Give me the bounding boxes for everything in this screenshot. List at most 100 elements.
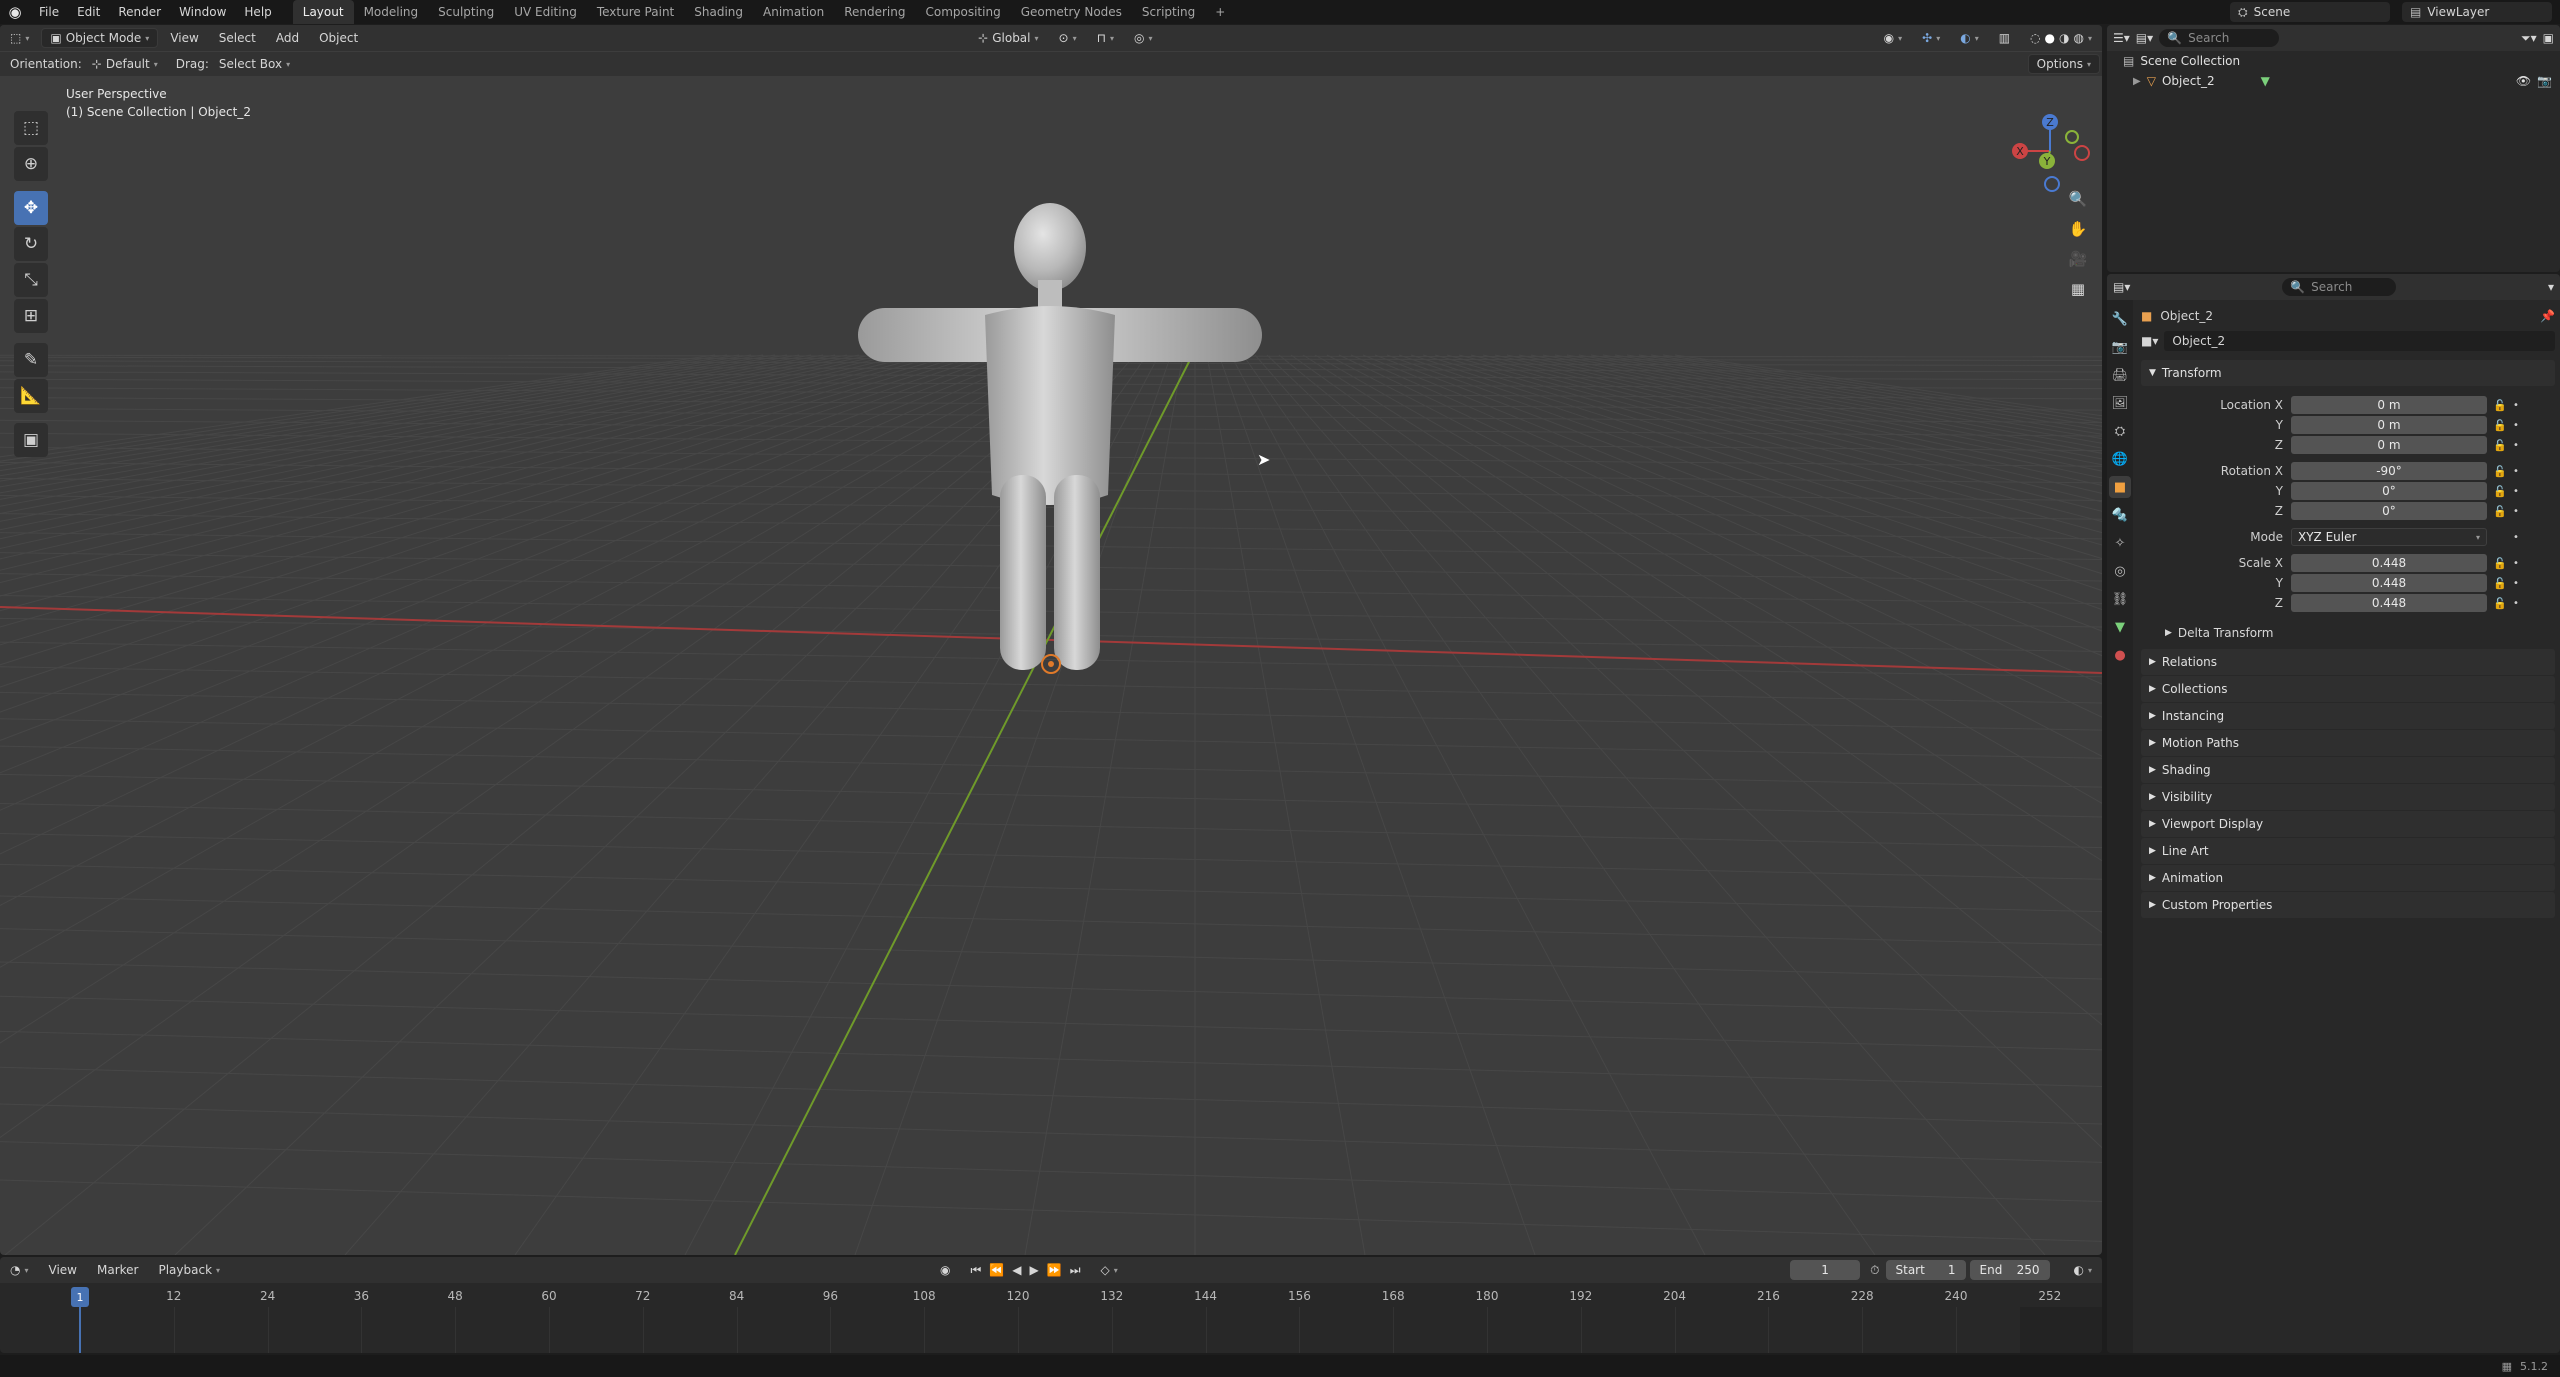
record-button[interactable]: ◉ [932,1260,958,1280]
tab-shading[interactable]: Shading [684,0,753,24]
cursor-tool-icon[interactable]: ⊕ [14,147,48,181]
navigation-gizmo[interactable]: X Z Y [2012,114,2090,192]
viewport-menu-view[interactable]: View [162,28,206,48]
tab-layout[interactable]: Layout [292,0,354,24]
menu-window[interactable]: Window [170,0,235,24]
keyframe-dot-icon[interactable]: • [2509,400,2523,411]
scene-tab-icon[interactable]: ⛭ [2109,420,2131,442]
object-type-icon[interactable]: ■▾ [2141,334,2158,348]
add-workspace-icon[interactable]: + [1205,0,1235,24]
viewport-display-panel-header[interactable]: ▶ Viewport Display [2141,811,2555,837]
editor-type-button[interactable]: ⬚ ▾ [2,28,37,48]
zoom-icon[interactable]: 🔍 [2064,185,2092,213]
add-cube-tool-icon[interactable]: ▣ [14,423,48,457]
outliner-search-input[interactable]: 🔍 Search [2159,29,2280,47]
animation-panel-header[interactable]: ▶ Animation [2141,865,2555,891]
shading-panel-header[interactable]: ▶ Shading [2141,757,2555,783]
current-frame-marker[interactable]: 1 [71,1287,89,1307]
wireframe-shading-icon[interactable]: ◌ [2030,31,2040,45]
timeline-menu-marker[interactable]: Marker [89,1260,146,1280]
filter-icon[interactable]: ⏷▾ [2521,31,2537,46]
tab-sculpting[interactable]: Sculpting [428,0,504,24]
view-layer-selector[interactable]: ▤ ViewLayer [2402,2,2552,22]
jump-start-icon[interactable]: ⏮ [971,1263,982,1278]
proportional-edit-toggle[interactable]: ◎ ▾ [1126,28,1161,48]
outliner-row-object[interactable]: ▶ ▽ Object_2 ▼ 👁 📷 [2107,71,2560,91]
solid-shading-icon[interactable]: ● [2045,31,2055,45]
tab-animation[interactable]: Animation [753,0,834,24]
tab-rendering[interactable]: Rendering [834,0,915,24]
menu-file[interactable]: File [30,0,68,24]
scene-selector[interactable]: ⛭ Scene [2230,2,2390,22]
properties-options-icon[interactable]: ▾ [2548,280,2554,294]
rendered-shading-icon[interactable]: ◍ [2074,31,2084,45]
viewport-menu-select[interactable]: Select [211,28,264,48]
measure-tool-icon[interactable]: 📐 [14,379,48,413]
tab-modeling[interactable]: Modeling [354,0,429,24]
keyframe-dot-icon[interactable]: • [2509,578,2523,589]
play-icon[interactable]: ▶ [1030,1263,1039,1277]
pin-icon[interactable]: 📌 [2540,309,2555,323]
timeline-menu-view[interactable]: View [41,1260,85,1280]
render-camera-icon[interactable]: 📷 [2537,74,2552,88]
rotate-tool-icon[interactable]: ↻ [14,227,48,261]
viewport-menu-object[interactable]: Object [311,28,366,48]
instancing-panel-header[interactable]: ▶ Instancing [2141,703,2555,729]
orientation-selector[interactable]: ⊹ Default ▾ [84,54,166,74]
stopwatch-icon[interactable]: ⏱ [1870,1263,1879,1278]
particles-tab-icon[interactable]: ✧ [2109,532,2131,554]
tab-geometry-nodes[interactable]: Geometry Nodes [1011,0,1132,24]
keyframe-dot-icon[interactable]: • [2509,440,2523,451]
lock-icon[interactable]: 🔓 [2491,419,2509,432]
physics-tab-icon[interactable]: ◎ [2109,560,2131,582]
timeline-editor-type-button[interactable]: ◔ ▾ [2,1260,37,1280]
select-box-tool-icon[interactable]: ⬚ [14,111,48,145]
mesh-data-icon[interactable]: ▼ [2261,74,2270,88]
keyframe-dot-icon[interactable]: • [2509,532,2523,543]
location-x-field[interactable]: 0 m [2291,396,2487,414]
scale-z-field[interactable]: 0.448 [2291,594,2487,612]
start-frame-field[interactable]: Start 1 [1885,1260,1966,1280]
transform-tool-icon[interactable]: ⊞ [14,299,48,333]
view-layer-tab-icon[interactable]: 🖼 [2109,392,2131,414]
end-frame-field[interactable]: End 250 [1969,1260,2050,1280]
timeline-editor[interactable]: ◔ ▾ View Marker Playback ▾ ◉ ⏮ ⏪ ◀ ▶ ⏩ ⏭ ◇… [0,1257,2102,1353]
modifier-tab-icon[interactable]: 🔩 [2109,504,2131,526]
material-tab-icon[interactable]: ● [2109,644,2131,666]
lock-icon[interactable]: 🔓 [2491,557,2509,570]
character-mesh[interactable] [858,203,1262,670]
lock-icon[interactable]: 🔓 [2491,485,2509,498]
properties-search-input[interactable]: 🔍 Search [2282,278,2397,296]
timeline-options-button[interactable]: ◐ ▾ [2066,1260,2101,1280]
menu-render[interactable]: Render [109,0,170,24]
new-collection-icon[interactable]: ▣ [2543,31,2554,45]
tab-uv-editing[interactable]: UV Editing [504,0,587,24]
delta-transform-subpanel[interactable]: ▶ Delta Transform [2141,621,2555,645]
lock-icon[interactable]: 🔓 [2491,505,2509,518]
next-keyframe-icon[interactable]: ⏩ [1047,1263,1062,1277]
lock-icon[interactable]: 🔓 [2491,577,2509,590]
overlay-toggle[interactable]: ◐ ▾ [1952,28,1987,48]
options-button[interactable]: Options ▾ [2027,54,2100,74]
tab-texture-paint[interactable]: Texture Paint [587,0,684,24]
location-z-field[interactable]: 0 m [2291,436,2487,454]
shading-modes[interactable]: ◌ ● ◑ ◍ ▾ [2022,28,2100,48]
jump-end-icon[interactable]: ⏭ [1070,1263,1081,1278]
annotate-tool-icon[interactable]: ✎ [14,343,48,377]
lock-icon[interactable]: 🔓 [2491,597,2509,610]
tool-tab-icon[interactable]: 🔧 [2109,308,2131,330]
constraints-tab-icon[interactable]: ⛓ [2109,588,2131,610]
output-tab-icon[interactable]: 🖨 [2109,364,2131,386]
playhead-line[interactable] [79,1307,81,1353]
visibility-panel-header[interactable]: ▶ Visibility [2141,784,2555,810]
rotation-mode-select[interactable]: XYZ Euler ▾ [2291,528,2487,546]
menu-help[interactable]: Help [235,0,280,24]
3d-viewport[interactable]: X Z Y ⬚ ▾ ▣ Object Mode ▾ View Select Add O… [0,25,2102,1255]
pan-hand-icon[interactable]: ✋ [2064,215,2092,243]
snap-toggle[interactable]: ⊓ ▾ [1089,28,1122,48]
display-mode-icon[interactable]: ▤▾ [2136,31,2153,45]
rotation-x-field[interactable]: -90° [2291,462,2487,480]
blender-logo-icon[interactable]: ◉ [0,0,30,24]
properties-editor-type-icon[interactable]: ▤▾ [2113,280,2130,294]
menu-edit[interactable]: Edit [68,0,109,24]
